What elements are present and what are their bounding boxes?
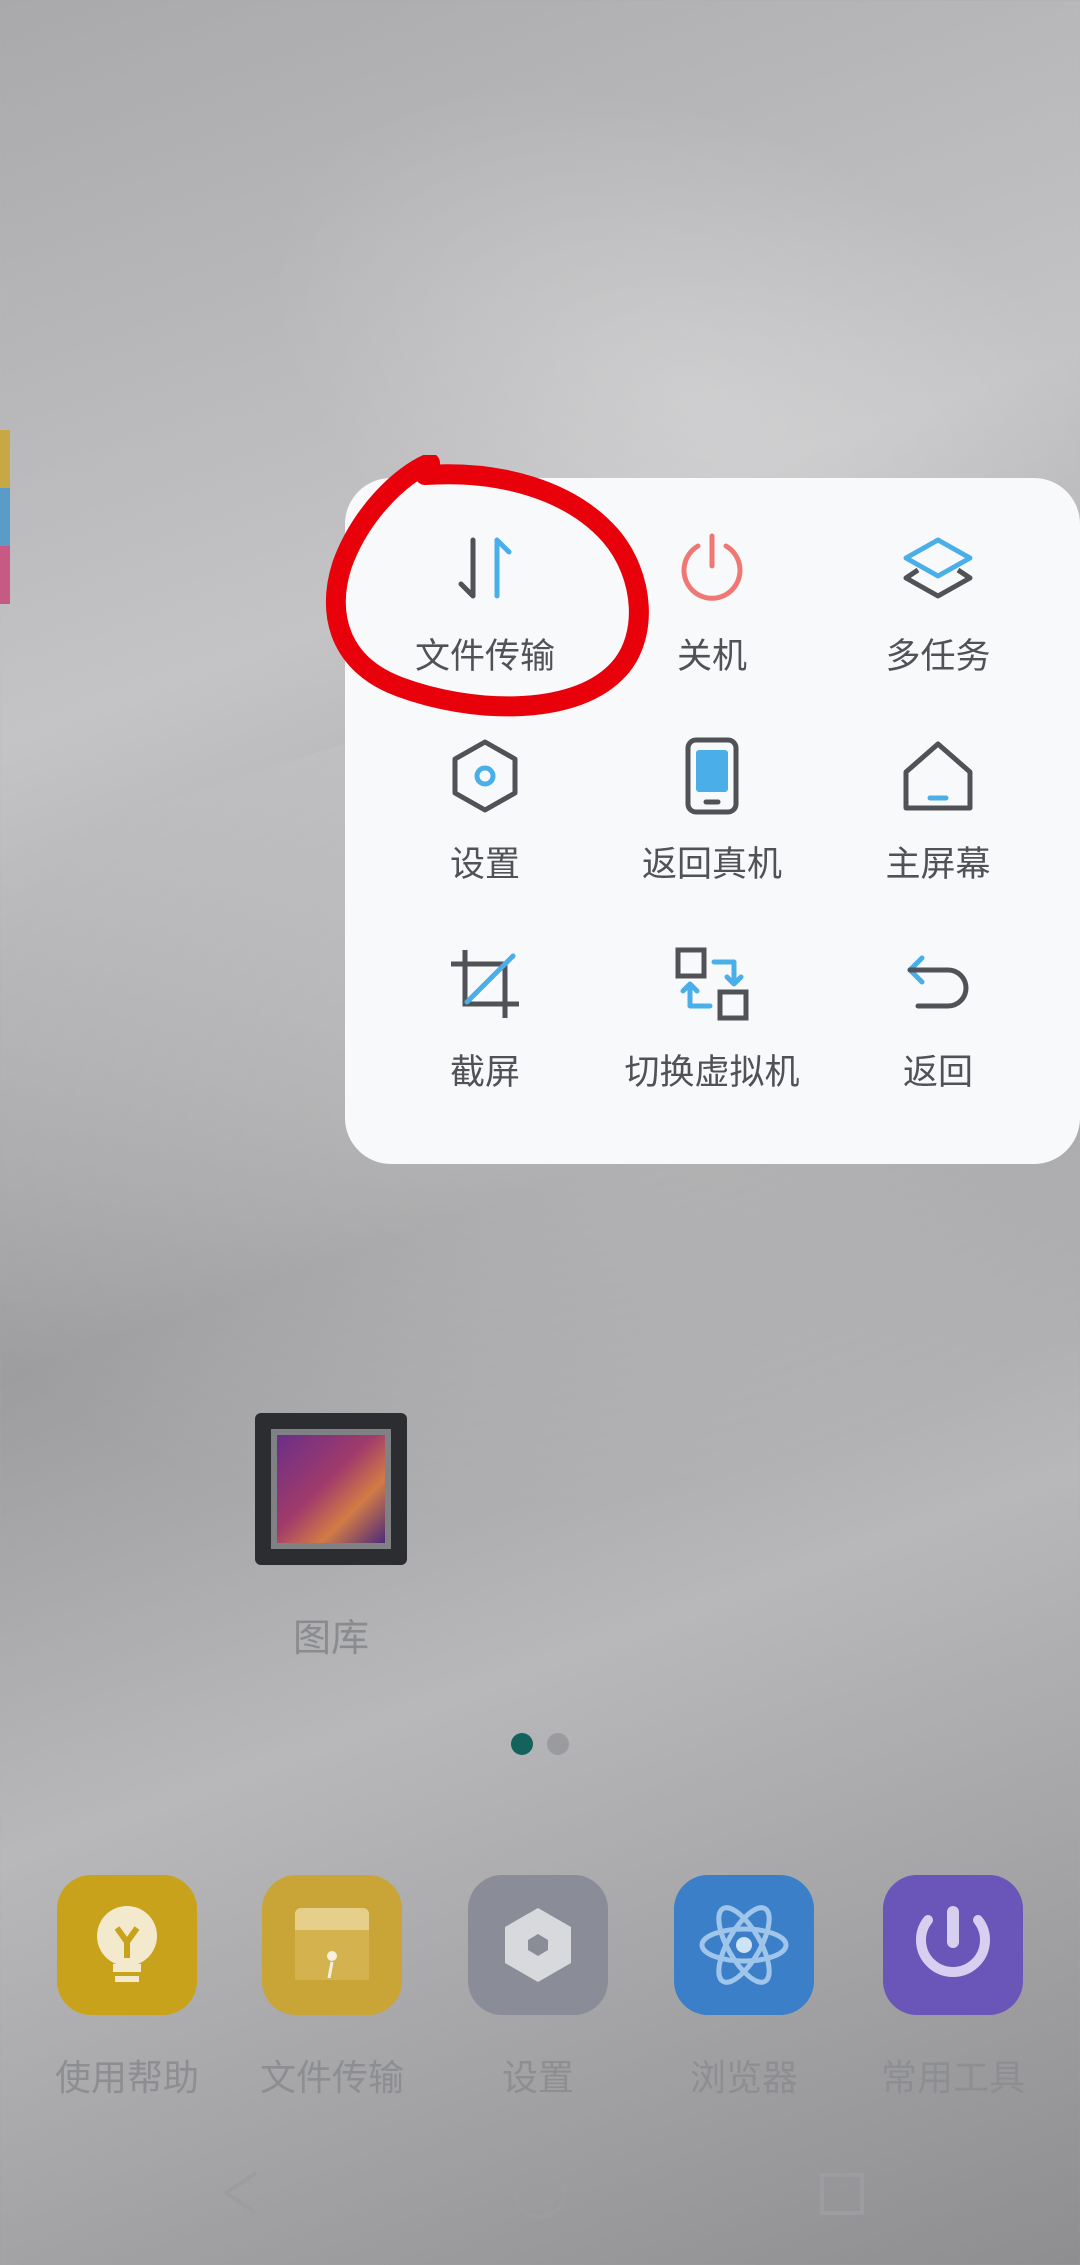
nav-recent-icon[interactable] [812,2163,872,2223]
dock-app-file-transfer[interactable]: 文件传输 [237,1875,427,2101]
dock-app-settings[interactable]: 设置 [443,1875,633,2101]
home-icon [903,741,973,811]
power-icon [681,533,743,601]
tools-icon [883,1875,1023,2015]
menu-item-home[interactable]: 主屏幕 [828,706,1048,906]
menu-item-label: 截屏 [449,1053,520,1093]
dock-label: 使用帮助 [54,2058,199,2099]
edge-tab-blue[interactable] [0,488,10,546]
multitask-layers-icon [903,537,973,599]
annotation-circle [325,455,649,717]
menu-item-label: 多任务 [885,637,991,677]
menu-item-label: 设置 [449,845,520,885]
edge-tab-pink[interactable] [0,546,10,604]
lightbulb-icon [57,1875,197,2015]
browser-atom-icon [674,1875,814,2015]
page-dot-active[interactable] [511,1733,533,1755]
menu-item-switch-vm[interactable]: 切换虚拟机 [602,914,822,1114]
phone-icon [685,737,739,815]
menu-item-label: 返回 [902,1053,973,1093]
dock-label: 常用工具 [880,2058,1025,2099]
dock-label: 设置 [501,2058,574,2099]
dock-app-help[interactable]: 使用帮助 [32,1875,222,2101]
menu-item-label: 返回真机 [641,845,782,885]
gallery-icon [255,1413,407,1565]
edge-tab-yellow[interactable] [0,430,10,488]
dock-app-tools[interactable]: 常用工具 [858,1875,1048,2101]
menu-item-label: 关机 [676,637,747,677]
gallery-app[interactable]: 图库 [255,1413,415,1662]
settings-icon [468,1875,608,2015]
page-dot[interactable] [547,1733,569,1755]
menu-item-screenshot[interactable]: 截屏 [375,914,595,1114]
folder-icon [262,1875,402,2015]
switch-vm-icon [675,947,749,1021]
dock-label: 文件传输 [259,2058,404,2099]
dock-label: 浏览器 [689,2058,798,2099]
nav-back-icon[interactable] [212,2163,272,2223]
menu-item-label: 切换虚拟机 [624,1053,800,1093]
crop-screenshot-icon [451,950,519,1018]
nav-home-icon[interactable] [510,2163,570,2223]
back-arrow-icon [907,955,969,1009]
gallery-label: 图库 [293,1616,370,1660]
menu-item-back[interactable]: 返回 [828,914,1048,1114]
dock-app-browser[interactable]: 浏览器 [649,1875,839,2101]
menu-item-multitask[interactable]: 多任务 [828,498,1048,698]
menu-item-label: 主屏幕 [885,845,991,885]
